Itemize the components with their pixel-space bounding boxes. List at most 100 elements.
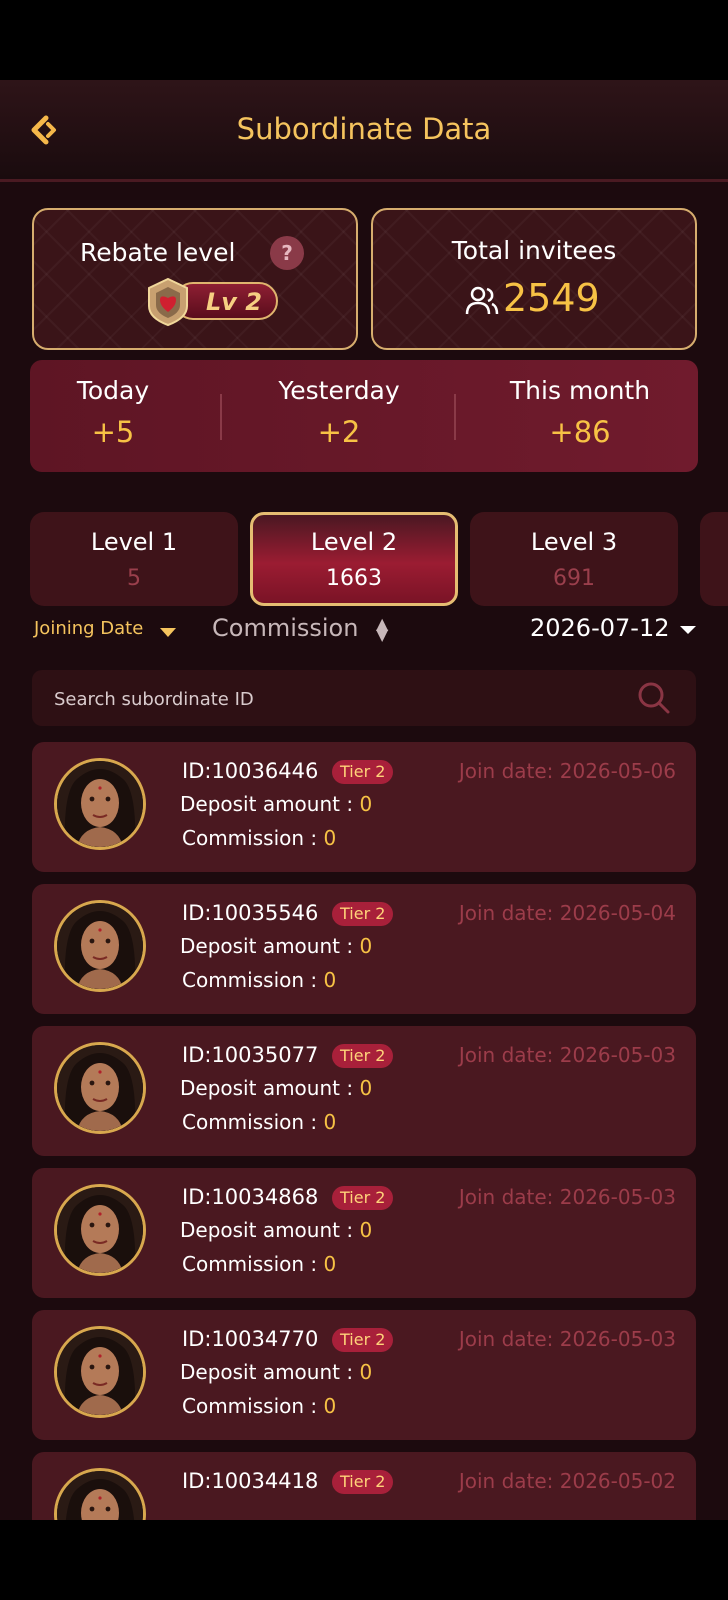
stat-value: +2	[317, 415, 361, 449]
total-invitees-card: Total invitees 2549	[371, 208, 697, 350]
tab-level-4-partial[interactable]	[700, 512, 728, 606]
deposit-value: 0	[359, 1076, 373, 1100]
page-title: Subordinate Data	[236, 112, 492, 146]
rebate-level-label: Rebate level	[80, 238, 236, 267]
list-item[interactable]: ID:10036446 Tier 2 Join date: 2026-05-06…	[32, 742, 696, 872]
navigation-bar	[0, 1520, 728, 1600]
deposit-amount: Deposit amount : 0	[180, 1360, 372, 1384]
subordinate-list: ID:10036446 Tier 2 Join date: 2026-05-06…	[32, 742, 696, 1520]
stat-yesterday: Yesterday +2	[246, 376, 432, 449]
caret-down-icon[interactable]	[160, 628, 176, 637]
tab-count: 1663	[326, 566, 382, 591]
subordinate-id: ID:10034418	[182, 1469, 319, 1493]
list-item[interactable]: ID:10035546 Tier 2 Join date: 2026-05-04…	[32, 884, 696, 1014]
caret-down-icon[interactable]	[680, 626, 696, 634]
join-date: Join date: 2026-05-03	[458, 1185, 676, 1209]
list-item[interactable]: ID:10034418 Tier 2 Join date: 2026-05-02	[32, 1452, 696, 1520]
people-icon	[465, 286, 499, 315]
commission-value: 0	[323, 1394, 337, 1418]
tab-count: 5	[127, 566, 141, 591]
header-bar: Subordinate Data	[0, 80, 728, 182]
join-date: Join date: 2026-05-02	[458, 1469, 676, 1493]
avatar	[54, 1326, 146, 1418]
tier-badge: Tier 2	[332, 902, 394, 926]
help-icon[interactable]: ?	[270, 236, 304, 270]
tab-level-1[interactable]: Level 1 5	[30, 512, 238, 606]
search-bar	[32, 670, 696, 726]
tab-count: 691	[553, 566, 595, 591]
avatar	[54, 1042, 146, 1134]
list-item[interactable]: ID:10035077 Tier 2 Join date: 2026-05-03…	[32, 1026, 696, 1156]
subordinate-id: ID:10034868	[182, 1185, 319, 1209]
stat-label: This month	[509, 376, 651, 405]
stat-today: Today +5	[30, 376, 196, 449]
commission-label: Commission :	[182, 1252, 324, 1276]
commission-amount: Commission : 0	[182, 1110, 336, 1134]
stat-divider	[454, 394, 456, 440]
commission-sort[interactable]: Commission	[212, 614, 358, 642]
deposit-label: Deposit amount :	[180, 792, 360, 816]
subordinate-id: ID:10036446	[182, 759, 319, 783]
subordinate-id: ID:10035077	[182, 1043, 319, 1067]
tab-label: Level 3	[530, 528, 618, 556]
list-item[interactable]: ID:10034868 Tier 2 Join date: 2026-05-03…	[32, 1168, 696, 1298]
list-item[interactable]: ID:10034770 Tier 2 Join date: 2026-05-03…	[32, 1310, 696, 1440]
join-date: Join date: 2026-05-03	[458, 1327, 676, 1351]
commission-amount: Commission : 0	[182, 968, 336, 992]
search-icon[interactable]	[636, 680, 672, 716]
commission-label: Commission :	[182, 1394, 324, 1418]
shield-gem-icon	[148, 277, 188, 327]
deposit-label: Deposit amount :	[180, 1360, 360, 1384]
deposit-value: 0	[359, 792, 373, 816]
deposit-amount: Deposit amount : 0	[180, 1218, 372, 1242]
tab-label: Level 2	[310, 528, 398, 556]
commission-amount: Commission : 0	[182, 1394, 336, 1418]
commission-value: 0	[323, 1252, 337, 1276]
total-invitees-label: Total invitees	[451, 236, 617, 265]
search-input[interactable]	[52, 682, 616, 716]
level-badge-text: Lv 2	[206, 288, 262, 316]
avatar	[54, 1184, 146, 1276]
subordinate-id: ID:10034770	[182, 1327, 319, 1351]
deposit-label: Deposit amount :	[180, 934, 360, 958]
status-bar	[0, 0, 728, 80]
avatar	[54, 758, 146, 850]
stat-divider	[220, 394, 222, 440]
date-picker[interactable]: 2026-07-12	[530, 614, 669, 642]
sort-updown-icon[interactable]: ▲ ▼	[376, 616, 388, 643]
commission-value: 0	[323, 1110, 337, 1134]
subordinate-id: ID:10035546	[182, 901, 319, 925]
tier-badge: Tier 2	[332, 760, 394, 784]
tab-level-2[interactable]: Level 2 1663	[250, 512, 458, 606]
commission-amount: Commission : 0	[182, 826, 336, 850]
joining-date-sort[interactable]: Joining Date	[34, 618, 143, 639]
deposit-amount: Deposit amount : 0	[180, 1076, 372, 1100]
join-date: Join date: 2026-05-03	[458, 1043, 676, 1067]
commission-label: Commission :	[182, 826, 324, 850]
commission-value: 0	[323, 826, 337, 850]
tab-label: Level 1	[90, 528, 178, 556]
join-date: Join date: 2026-05-06	[458, 759, 676, 783]
stat-value: +5	[91, 415, 135, 449]
avatar	[54, 900, 146, 992]
deposit-value: 0	[359, 934, 373, 958]
tier-badge: Tier 2	[332, 1470, 394, 1494]
tab-level-3[interactable]: Level 3 691	[470, 512, 678, 606]
commission-label: Commission :	[182, 1110, 324, 1134]
rebate-level-card: Rebate level ? Lv 2	[32, 208, 358, 350]
join-date: Join date: 2026-05-04	[458, 901, 676, 925]
stat-label: Today	[76, 376, 150, 405]
commission-value: 0	[323, 968, 337, 992]
app-screen: Subordinate Data Rebate level ? Lv 2 Tot…	[0, 80, 728, 1520]
deposit-value: 0	[359, 1360, 373, 1384]
commission-amount: Commission : 0	[182, 1252, 336, 1276]
avatar	[54, 1468, 146, 1520]
invite-stats-panel: Today +5 Yesterday +2 This month +86	[30, 360, 698, 472]
stat-label: Yesterday	[278, 376, 400, 405]
commission-label: Commission :	[182, 968, 324, 992]
deposit-label: Deposit amount :	[180, 1218, 360, 1242]
deposit-amount: Deposit amount : 0	[180, 934, 372, 958]
tier-badge: Tier 2	[332, 1186, 394, 1210]
filter-bar: Joining Date Commission ▲ ▼ 2026-07-12	[0, 614, 728, 654]
deposit-label: Deposit amount :	[180, 1076, 360, 1100]
